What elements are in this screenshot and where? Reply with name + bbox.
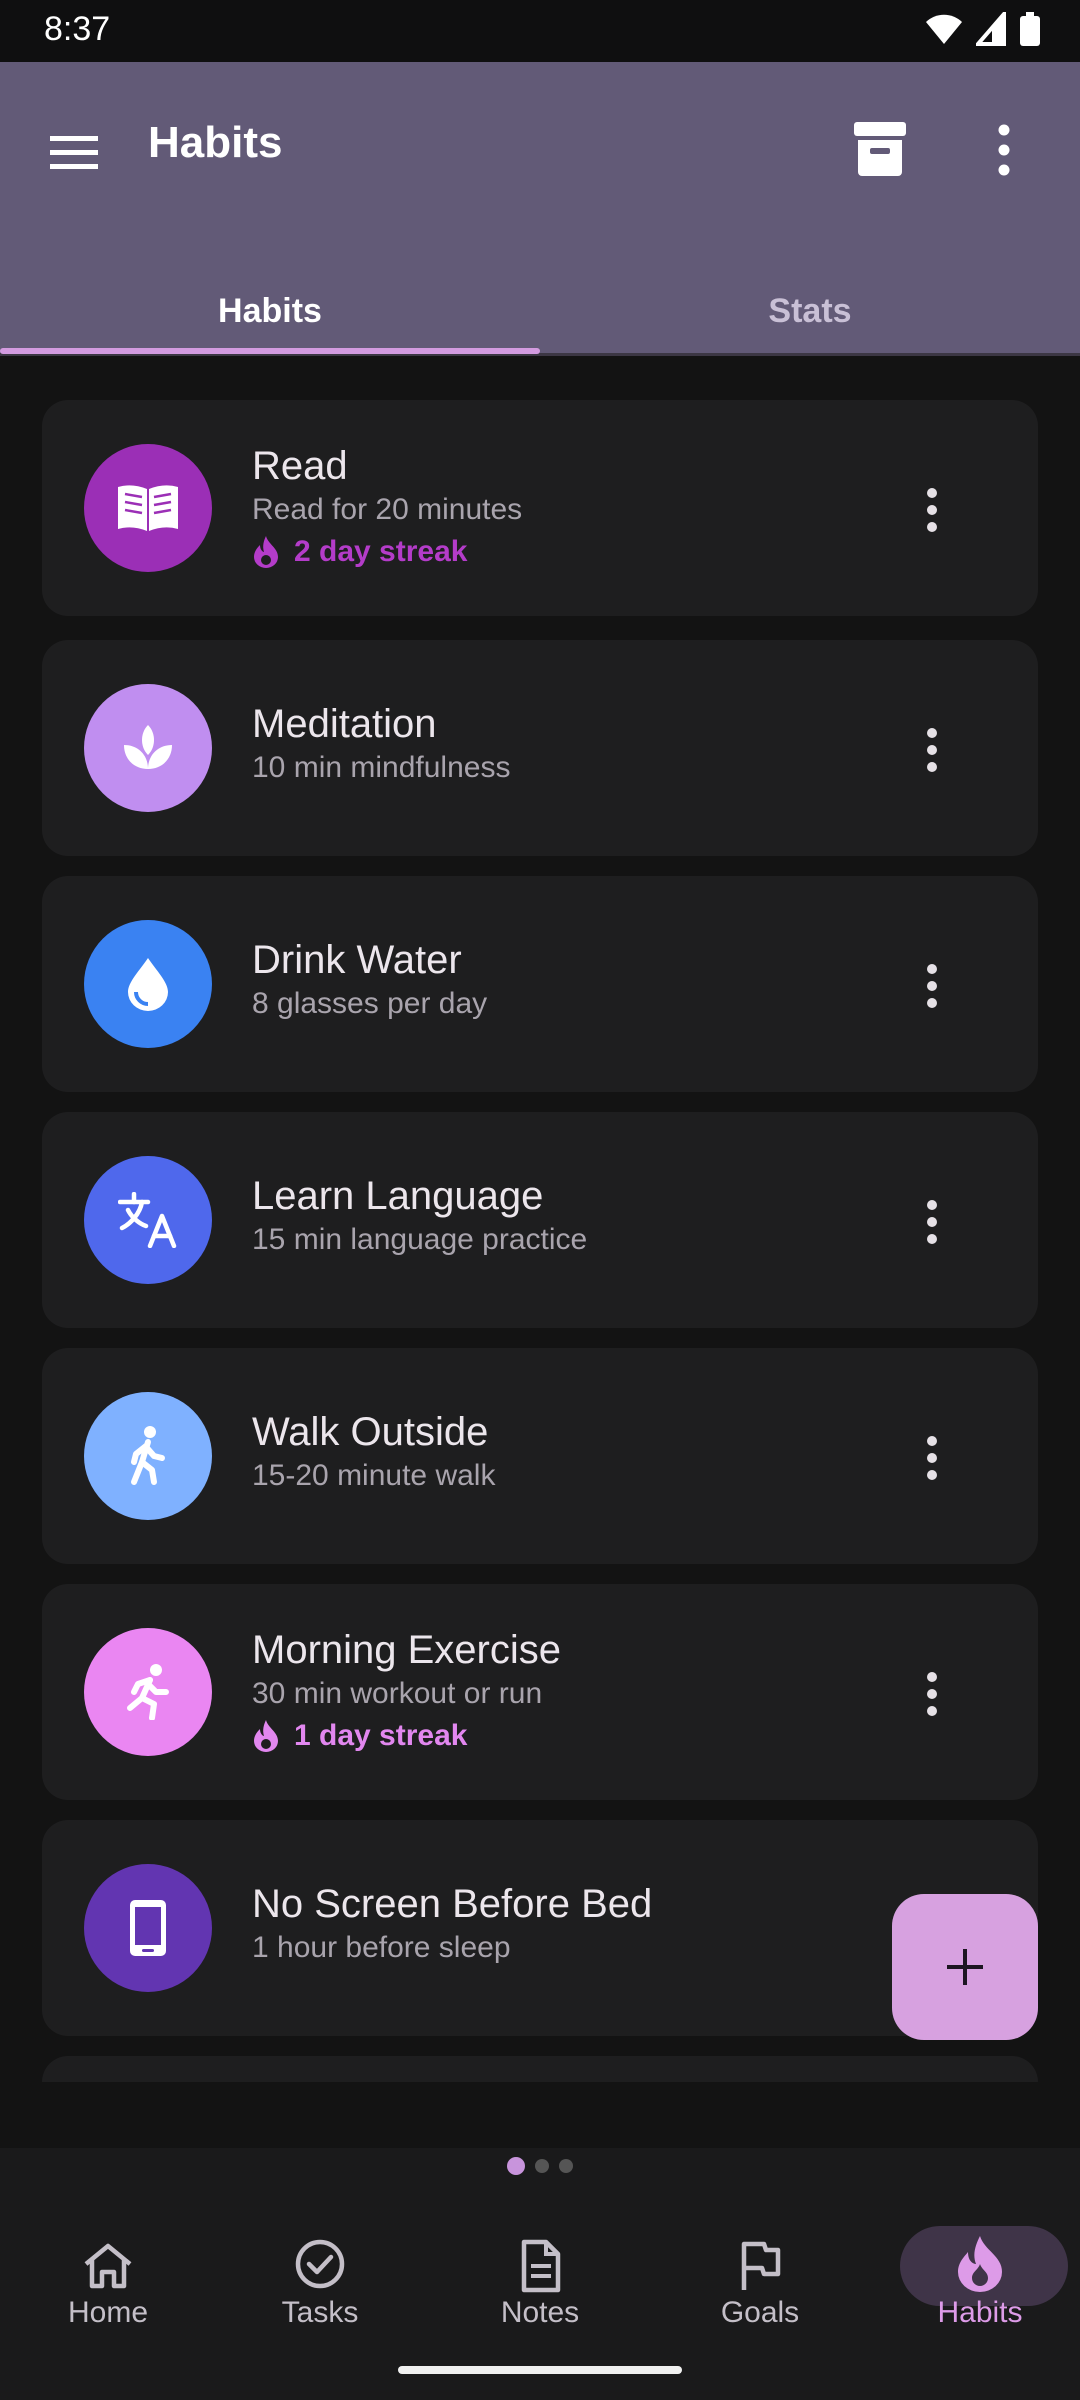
phone-icon xyxy=(130,1900,166,1956)
status-bar: 8:37 xyxy=(0,0,1080,62)
wifi-icon xyxy=(926,14,962,44)
habit-description: 10 min mindfulness xyxy=(252,751,511,784)
flame-icon xyxy=(958,2236,1002,2292)
page-dot xyxy=(535,2159,549,2173)
habit-card-learn-language[interactable]: Learn Language 15 min language practice xyxy=(42,1112,1038,1328)
water-drop-icon xyxy=(128,958,168,1011)
habit-description: 8 glasses per day xyxy=(252,987,488,1020)
habit-card-morning-exercise[interactable]: Morning Exercise 30 min workout or run 1… xyxy=(42,1584,1038,1800)
status-time: 8:37 xyxy=(44,10,111,48)
habit-description: 30 min workout or run xyxy=(252,1677,543,1710)
habit-avatar xyxy=(84,1392,212,1520)
habit-card-walk-outside[interactable]: Walk Outside 15-20 minute walk xyxy=(42,1348,1038,1564)
nav-habits[interactable]: Habits xyxy=(872,2188,1080,2338)
flame-icon xyxy=(254,536,278,568)
gesture-handle[interactable] xyxy=(398,2366,682,2374)
menu-icon[interactable] xyxy=(46,124,102,180)
nav-label: Home xyxy=(67,2296,149,2329)
nav-label: Goals xyxy=(720,2296,800,2329)
signal-icon xyxy=(976,12,1006,46)
nav-home[interactable]: Home xyxy=(0,2188,216,2338)
habit-card-partial xyxy=(42,2056,1038,2082)
bottom-navigation: Home Tasks Notes Goals Habits xyxy=(0,2148,1080,2400)
streak-badge: 1 day streak xyxy=(252,1719,561,1753)
habit-name: Meditation xyxy=(252,702,437,746)
tab-indicator xyxy=(0,348,540,354)
streak-text: 1 day streak xyxy=(294,1719,468,1752)
habit-card-read[interactable]: Read Read for 20 minutes 2 day streak xyxy=(42,400,1038,616)
nav-label: Tasks xyxy=(281,2296,359,2329)
habit-more-icon[interactable] xyxy=(922,1670,942,1718)
document-icon xyxy=(521,2239,561,2293)
run-icon xyxy=(127,1664,169,1720)
lotus-icon xyxy=(124,725,172,769)
habit-name: Learn Language xyxy=(252,1174,544,1218)
habit-card-drink-water[interactable]: Drink Water 8 glasses per day xyxy=(42,876,1038,1092)
page-dot xyxy=(559,2159,573,2173)
plus-icon xyxy=(947,1949,983,1985)
app-bar: Habits Habits Stats xyxy=(0,62,1080,354)
tab-stats[interactable]: Stats xyxy=(540,292,1080,354)
add-habit-button[interactable] xyxy=(892,1894,1038,2040)
tab-bar: Habits Stats xyxy=(0,292,1080,354)
flame-icon xyxy=(254,1720,278,1752)
habit-description: 15-20 minute walk xyxy=(252,1459,496,1492)
nav-notes[interactable]: Notes xyxy=(432,2188,648,2338)
flag-icon xyxy=(741,2241,781,2290)
battery-icon xyxy=(1020,12,1040,46)
habit-name: Morning Exercise xyxy=(252,1628,562,1672)
page-indicator xyxy=(0,2148,1080,2184)
habit-description: 15 min language practice xyxy=(252,1223,588,1256)
nav-label: Notes xyxy=(500,2296,580,2329)
translate-icon xyxy=(118,1192,177,1248)
habit-name: Read xyxy=(252,444,348,488)
habit-avatar xyxy=(84,684,212,812)
check-circle-icon xyxy=(295,2239,345,2289)
book-icon xyxy=(118,485,178,531)
habit-more-icon[interactable] xyxy=(922,962,942,1010)
walk-icon xyxy=(131,1426,165,1485)
more-options-icon[interactable] xyxy=(984,118,1024,182)
status-icons xyxy=(926,12,1040,46)
habit-name: Walk Outside xyxy=(252,1410,489,1454)
page-title: Habits xyxy=(148,118,283,167)
habit-card-meditation[interactable]: Meditation 10 min mindfulness xyxy=(42,640,1038,856)
home-icon xyxy=(84,2243,132,2289)
habit-more-icon[interactable] xyxy=(922,1198,942,1246)
habit-avatar xyxy=(84,1156,212,1284)
habit-avatar xyxy=(84,1864,212,1992)
habit-name: No Screen Before Bed xyxy=(252,1882,653,1926)
habit-card-no-screen-before-bed[interactable]: No Screen Before Bed 1 hour before sleep xyxy=(42,1820,1038,2036)
habit-more-icon[interactable] xyxy=(922,486,942,534)
habit-description: Read for 20 minutes xyxy=(252,493,523,526)
nav-tasks[interactable]: Tasks xyxy=(212,2188,428,2338)
streak-text: 2 day streak xyxy=(294,535,468,568)
habit-avatar xyxy=(84,1628,212,1756)
tab-habits[interactable]: Habits xyxy=(0,292,540,354)
page-dot-active xyxy=(507,2157,525,2175)
nav-label: Habits xyxy=(937,2296,1023,2329)
archive-icon[interactable] xyxy=(852,118,908,180)
habit-name: Drink Water xyxy=(252,938,462,982)
habit-description: 1 hour before sleep xyxy=(252,1931,511,1964)
habit-more-icon[interactable] xyxy=(922,1434,942,1482)
habit-avatar xyxy=(84,444,212,572)
habit-more-icon[interactable] xyxy=(922,726,942,774)
habit-avatar xyxy=(84,920,212,1048)
nav-goals[interactable]: Goals xyxy=(652,2188,868,2338)
streak-badge: 2 day streak xyxy=(252,535,522,569)
